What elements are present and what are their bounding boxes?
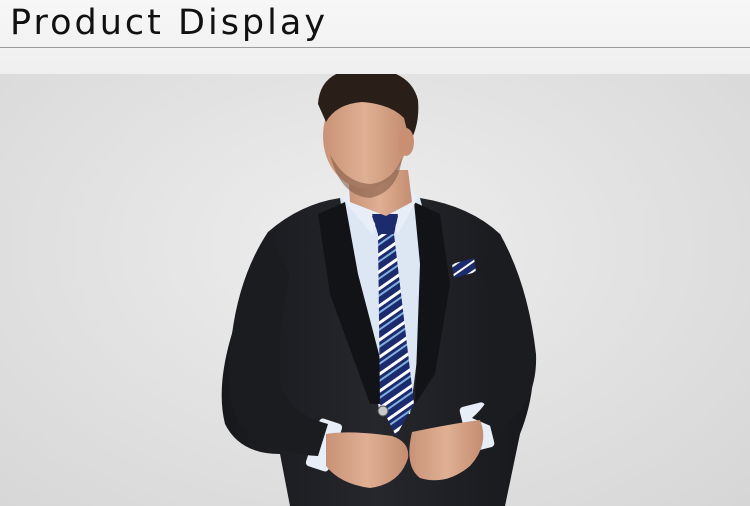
product-photo	[0, 74, 750, 506]
section-header: Product Display	[0, 0, 750, 74]
header-divider	[0, 47, 750, 48]
product-display-page: Product Display	[0, 0, 750, 506]
jacket-button	[377, 405, 389, 417]
ear	[398, 128, 414, 156]
section-title: Product Display	[10, 3, 329, 43]
model-illustration	[221, 74, 537, 506]
